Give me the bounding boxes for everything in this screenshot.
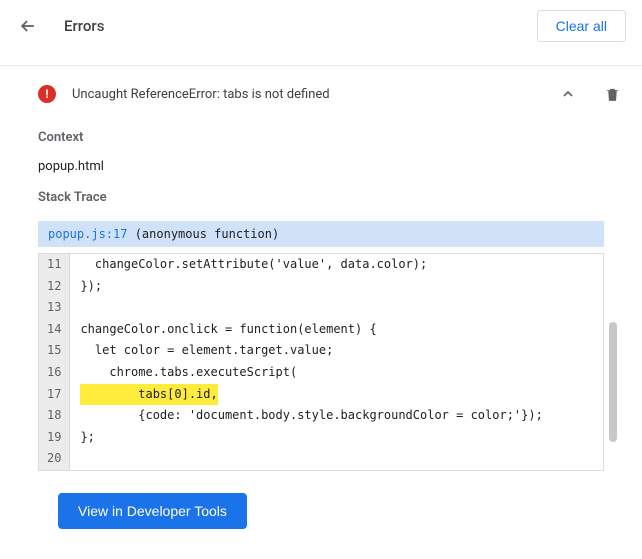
code-content: changeColor.onclick = function(element) … <box>70 319 603 341</box>
line-number: 16 <box>39 362 70 384</box>
code-line: 11 changeColor.setAttribute('value', dat… <box>39 254 603 276</box>
code-line: 20 <box>39 448 603 470</box>
line-number: 11 <box>39 254 70 276</box>
code-content: changeColor.setAttribute('value', data.c… <box>70 254 603 276</box>
code-content: chrome.tabs.executeScript( <box>70 362 603 384</box>
line-number: 12 <box>39 276 70 298</box>
clear-all-button[interactable]: Clear all <box>537 10 626 42</box>
code-line: 14changeColor.onclick = function(element… <box>39 319 603 341</box>
stack-trace-label: Stack Trace <box>18 178 624 211</box>
header: Errors Clear all <box>0 0 642 53</box>
line-number: 18 <box>39 405 70 427</box>
stack-trace-fn: (anonymous function) <box>127 227 279 241</box>
chevron-up-icon[interactable] <box>556 82 580 106</box>
line-number: 20 <box>39 448 70 470</box>
code-content: }; <box>70 427 603 449</box>
scrollbar[interactable] <box>609 322 617 442</box>
error-block: ! Uncaught ReferenceError: tabs is not d… <box>0 66 642 529</box>
line-number: 14 <box>39 319 70 341</box>
code-table: 11 changeColor.setAttribute('value', dat… <box>39 254 603 470</box>
line-number: 17 <box>39 384 70 406</box>
code-line: 12}); <box>39 276 603 298</box>
code-content: {code: 'document.body.style.backgroundCo… <box>70 405 603 427</box>
code-content <box>70 448 603 470</box>
page-title: Errors <box>64 17 537 35</box>
error-summary-row: ! Uncaught ReferenceError: tabs is not d… <box>18 66 624 118</box>
view-devtools-button[interactable]: View in Developer Tools <box>58 493 247 529</box>
context-value: popup.html <box>18 151 624 178</box>
code-line: 15 let color = element.target.value; <box>39 340 603 362</box>
back-arrow-icon[interactable] <box>16 14 40 38</box>
code-line: 16 chrome.tabs.executeScript( <box>39 362 603 384</box>
code-line: 19}; <box>39 427 603 449</box>
line-number: 13 <box>39 297 70 319</box>
line-number: 19 <box>39 427 70 449</box>
code-content: let color = element.target.value; <box>70 340 603 362</box>
code-content <box>70 297 603 319</box>
code-viewer: 11 changeColor.setAttribute('value', dat… <box>38 253 604 471</box>
line-number: 15 <box>39 340 70 362</box>
stack-trace-file[interactable]: popup.js:17 <box>48 227 127 241</box>
highlighted-code: tabs[0].id, <box>80 384 217 406</box>
code-line: 13 <box>39 297 603 319</box>
code-content: tabs[0].id, <box>70 384 603 406</box>
code-line: 17 tabs[0].id, <box>39 384 603 406</box>
error-message: Uncaught ReferenceError: tabs is not def… <box>72 87 556 102</box>
code-line: 18 {code: 'document.body.style.backgroun… <box>39 405 603 427</box>
context-label: Context <box>18 118 624 151</box>
error-icon: ! <box>38 85 56 103</box>
trash-icon[interactable] <box>600 82 624 106</box>
stack-trace-header: popup.js:17 (anonymous function) <box>38 221 604 247</box>
code-content: }); <box>70 276 603 298</box>
